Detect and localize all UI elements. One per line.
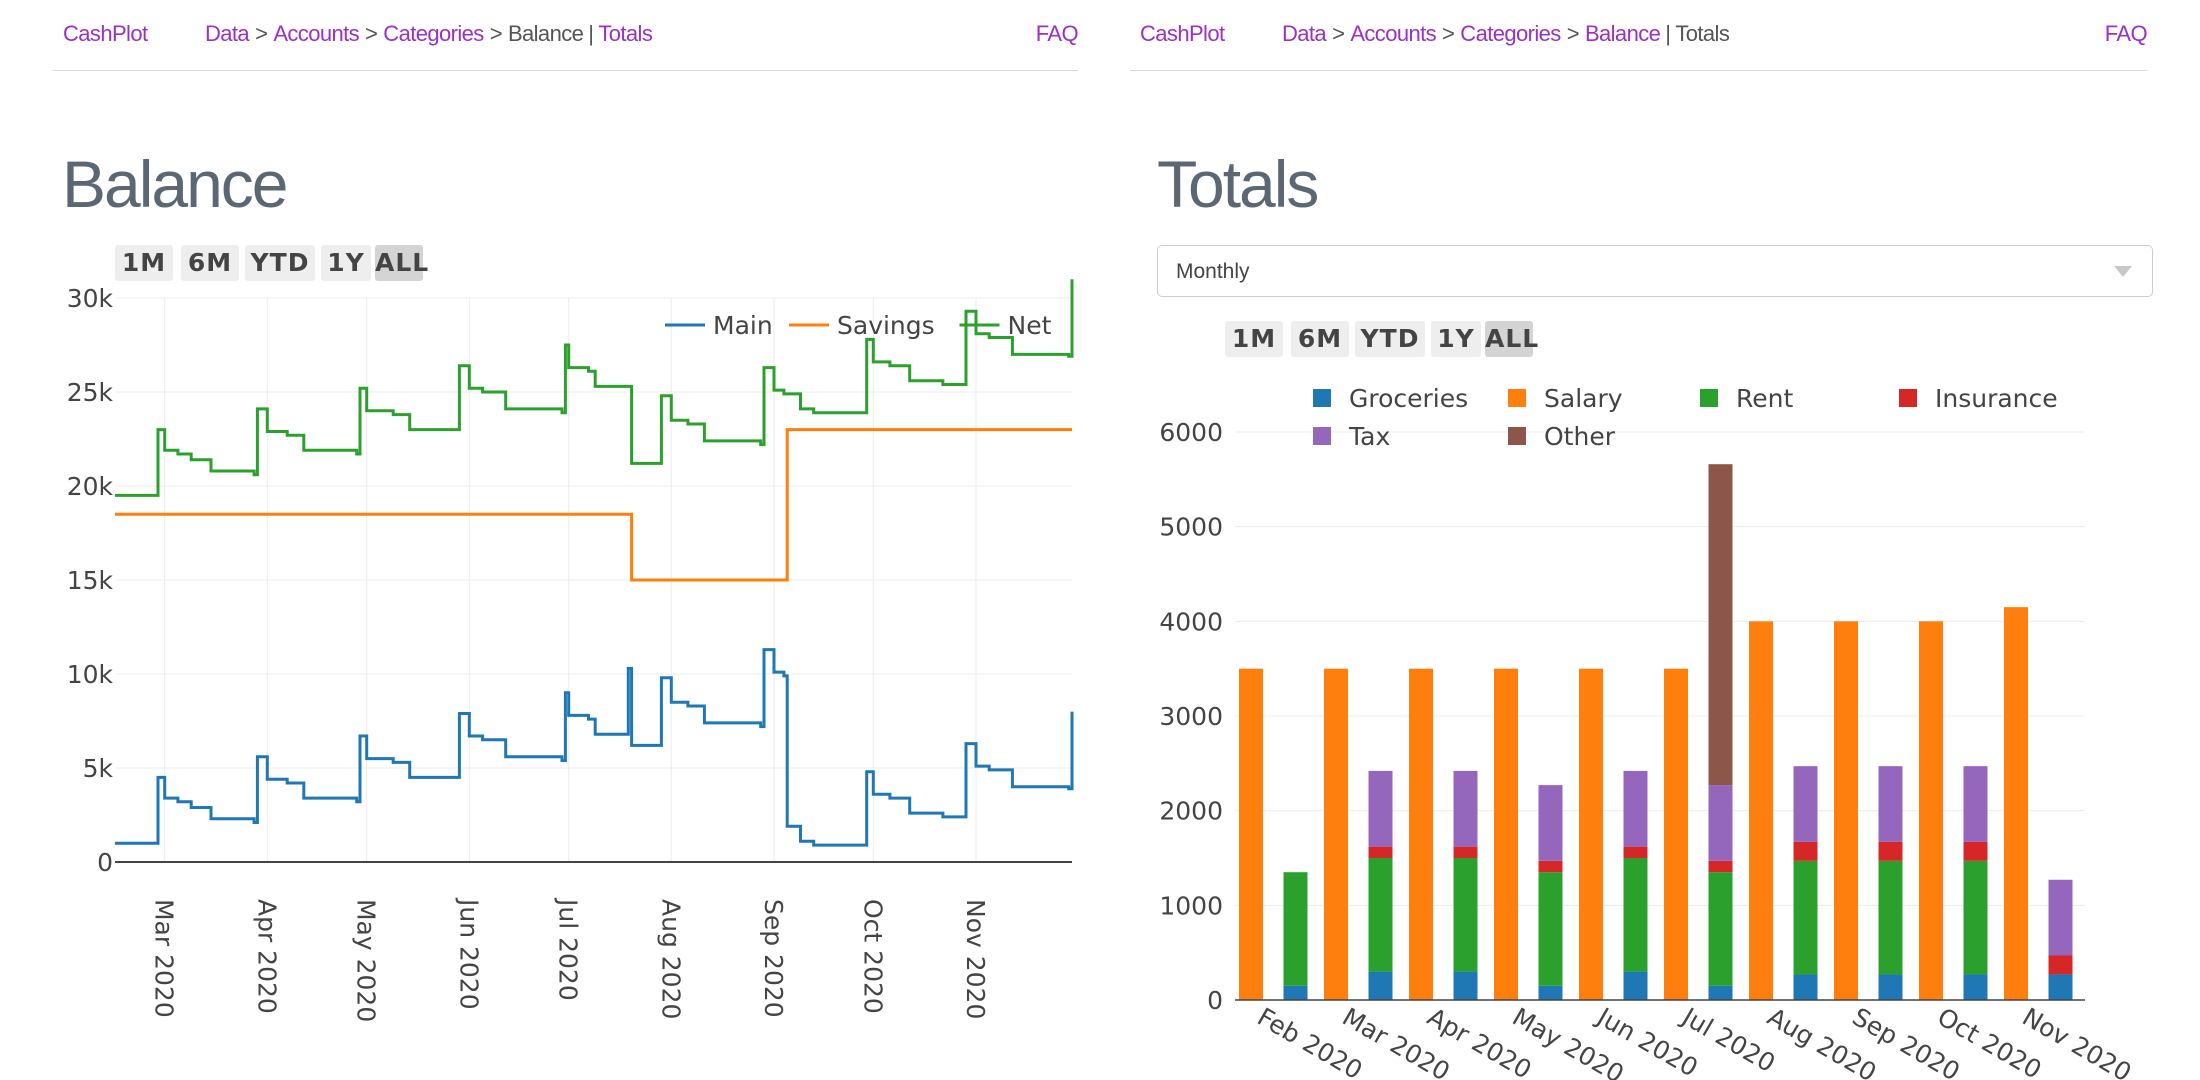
y-tick-label: 15k (67, 566, 114, 595)
x-tick-label: Mar 2020 (150, 899, 179, 1018)
y-tick-label: 0 (1207, 986, 1223, 1015)
series-line-main[interactable] (115, 648, 1074, 847)
bar-rent[interactable] (1453, 858, 1478, 972)
bar-groceries[interactable] (1793, 974, 1818, 1000)
bar-groceries[interactable] (1708, 985, 1733, 1000)
bar-salary[interactable] (1494, 668, 1518, 1000)
bar-groceries[interactable] (1623, 971, 1648, 1000)
bar-groceries[interactable] (1878, 974, 1903, 1000)
bar-rent[interactable] (1538, 872, 1563, 986)
totals-panel: CashPlot Data > Accounts > Categories > Balanc… (1100, 0, 2200, 1080)
bar-salary[interactable] (1324, 668, 1348, 1000)
legend-label-net[interactable]: Net (1008, 311, 1052, 340)
legend-label-savings[interactable]: Savings (837, 311, 935, 340)
x-tick-label: Apr 2020 (252, 899, 281, 1014)
bar-tax[interactable] (1708, 785, 1733, 861)
bar-groceries[interactable] (1283, 985, 1308, 1000)
x-tick-label: May 2020 (352, 899, 381, 1022)
bar-tax[interactable] (1878, 766, 1903, 842)
x-tick-label: Sep 2020 (759, 899, 788, 1018)
y-tick-label: 6000 (1159, 418, 1223, 447)
bar-tax[interactable] (1963, 766, 1988, 842)
bar-rent[interactable] (1708, 872, 1733, 986)
bar-salary[interactable] (2004, 607, 2028, 1000)
totals-chart[interactable]: 0100020003000400050006000Feb 2020Mar 202… (1100, 0, 2200, 1080)
balance-chart[interactable]: 0 5k 10k 15k 20k 25k 30k Mar 2020 Apr 2020 May 20… (0, 0, 1100, 1080)
bar-salary[interactable] (1749, 621, 1773, 1000)
y-tick-label: 2000 (1159, 797, 1223, 826)
legend-label-groceries[interactable]: Groceries (1349, 384, 1468, 413)
bar-insurance[interactable] (1453, 846, 1478, 858)
bar-tax[interactable] (1453, 770, 1478, 847)
y-tick-label: 4000 (1159, 607, 1223, 636)
y-tick-label: 30k (67, 284, 114, 313)
bar-tax[interactable] (1538, 785, 1563, 861)
bar-groceries[interactable] (2048, 974, 2073, 1000)
bar-rent[interactable] (1283, 872, 1308, 986)
bar-insurance[interactable] (2048, 955, 2073, 975)
bar-tax[interactable] (2048, 879, 2073, 956)
legend-swatch (1313, 389, 1331, 407)
y-tick-label: 25k (67, 378, 114, 407)
bar-insurance[interactable] (1878, 841, 1903, 861)
bar-salary[interactable] (1919, 621, 1943, 1000)
bar-insurance[interactable] (1623, 846, 1648, 858)
legend-label-other[interactable]: Other (1544, 422, 1616, 451)
bar-groceries[interactable] (1963, 974, 1988, 1000)
bar-tax[interactable] (1368, 770, 1393, 847)
bar-other[interactable] (1708, 464, 1733, 786)
bar-groceries[interactable] (1538, 985, 1563, 1000)
y-tick-label: 3000 (1159, 702, 1223, 731)
bar-rent[interactable] (1368, 858, 1393, 972)
legend-swatch (1508, 389, 1526, 407)
legend-swatch (1700, 389, 1718, 407)
legend-swatch (1899, 389, 1917, 407)
y-tick-label: 5000 (1159, 513, 1223, 542)
bar-rent[interactable] (1878, 860, 1903, 975)
legend-swatch (1508, 427, 1526, 445)
legend-label-insurance[interactable]: Insurance (1935, 384, 2058, 413)
bar-salary[interactable] (1409, 668, 1433, 1000)
legend-label-main[interactable]: Main (713, 311, 773, 340)
bar-insurance[interactable] (1793, 841, 1818, 861)
bar-salary[interactable] (1239, 668, 1263, 1000)
bar-salary[interactable] (1664, 668, 1688, 1000)
bar-rent[interactable] (1623, 858, 1648, 972)
bar-tax[interactable] (1623, 770, 1648, 847)
legend-swatch (1313, 427, 1331, 445)
bar-groceries[interactable] (1368, 971, 1393, 1000)
balance-panel: CashPlot Data > Accounts > Categories > Balanc… (0, 0, 1100, 1080)
legend-label-salary[interactable]: Salary (1544, 384, 1623, 413)
x-tick-label: Aug 2020 (656, 899, 685, 1019)
bar-insurance[interactable] (1708, 860, 1733, 873)
bar-tax[interactable] (1793, 766, 1818, 842)
bar-groceries[interactable] (1453, 971, 1478, 1000)
x-tick-label: Jul 2020 (554, 897, 583, 1001)
bar-insurance[interactable] (1368, 846, 1393, 858)
x-tick-label: Oct 2020 (858, 899, 887, 1014)
y-tick-label: 20k (67, 472, 114, 501)
bar-rent[interactable] (1793, 860, 1818, 975)
legend-label-rent[interactable]: Rent (1736, 384, 1793, 413)
x-tick-label: Nov 2020 (961, 899, 990, 1019)
bar-insurance[interactable] (1963, 841, 1988, 861)
bar-insurance[interactable] (1538, 860, 1563, 873)
bar-rent[interactable] (1963, 860, 1988, 975)
y-tick-label: 0 (97, 848, 113, 877)
bar-salary[interactable] (1579, 668, 1603, 1000)
y-tick-label: 1000 (1159, 891, 1223, 920)
y-tick-label: 5k (83, 754, 114, 783)
y-tick-label: 10k (67, 660, 114, 689)
x-tick-label: Jun 2020 (454, 897, 483, 1010)
bar-salary[interactable] (1834, 621, 1858, 1000)
legend-label-tax[interactable]: Tax (1348, 422, 1390, 451)
